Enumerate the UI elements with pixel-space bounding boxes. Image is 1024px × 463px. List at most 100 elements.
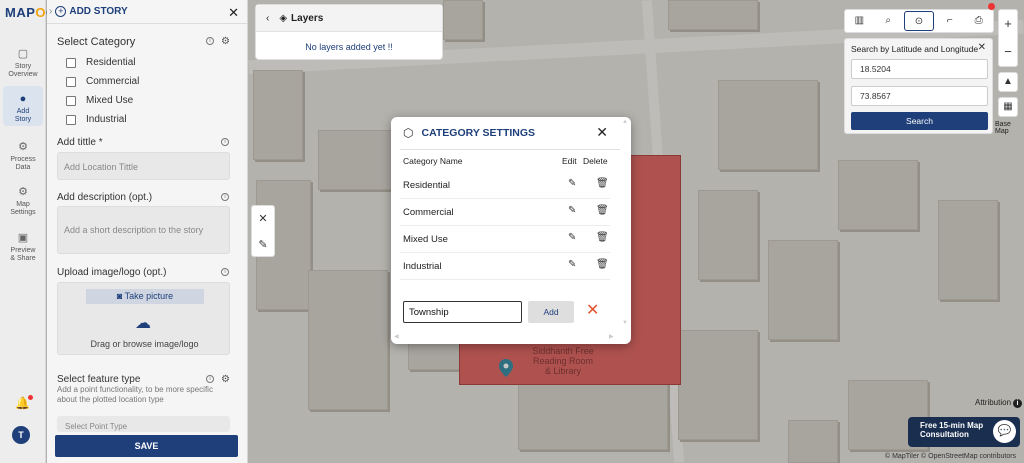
panel-header: › + ADD STORY ✕ [47,0,247,24]
close-icon[interactable]: ✕ [978,42,986,53]
point-type-select[interactable]: Select Point Type [57,416,230,432]
basemap-icon[interactable]: ▦ [998,97,1018,117]
scroll-down-arrow[interactable]: ▼ [622,320,628,326]
search-button[interactable]: Search [851,112,988,130]
settings-icon: ⬡ [403,126,414,140]
info-icon: i [1013,399,1023,408]
new-category-input[interactable] [403,301,522,323]
column-delete: Delete [583,156,608,166]
column-category-name: Category Name [403,156,463,166]
map-icon[interactable]: ▥ [845,10,874,32]
close-icon[interactable]: ✕ [596,124,608,141]
pin-icon: ● [19,93,27,105]
select-category-label: Select Category [57,36,136,48]
map-icon: ▢ [17,48,29,60]
latlng-search-icon[interactable]: ⊙ [903,11,935,31]
rail-preview-share[interactable]: ▣ Preview & Share [3,231,43,263]
trash-icon[interactable]: 🗑 [596,259,609,270]
category-checkbox-industrial[interactable]: Industrial [66,114,127,125]
close-icon[interactable]: ✕ [228,5,239,21]
category-row: Residential ✎ 🗑 [400,172,610,199]
cloud-upload-icon: ☁ [135,315,151,332]
draw-tools: ✕ ✎ [251,205,275,257]
edit-icon[interactable]: ✎ [568,205,576,216]
add-category-button[interactable]: Add [528,301,574,323]
map-copyright: © MapTiler © OpenStreetMap contributors [885,453,1017,460]
drag-browse-text: Drag or browse image/logo [90,339,199,349]
zoom-in-button[interactable]: + [999,10,1017,38]
trash-icon[interactable]: 🗑 [596,178,609,189]
category-checkbox-commercial[interactable]: Commercial [66,76,139,87]
info-icon[interactable]: i [221,138,229,146]
measure-icon[interactable]: ⌐ [935,10,964,32]
scroll-left-arrow[interactable]: ◀ [394,333,399,340]
info-icon[interactable]: i [221,268,229,276]
description-input[interactable]: Add a short description to the story [57,206,230,254]
rail-add-story[interactable]: ● Add Story [3,86,43,126]
category-settings-modal: ⬡ CATEGORY SETTINGS ✕ ▲ Category Name Edi… [391,117,631,344]
consultation-promo[interactable]: Free 15-min Map Consultation 💬 [908,417,1020,447]
rail-map-settings[interactable]: ⚙ Map Settings [3,185,43,217]
avatar[interactable]: T [12,426,30,444]
feature-type-description: Add a point functionality, to be more sp… [57,385,213,404]
title-label: Add tittle * [57,137,103,148]
feature-type-label: Select feature type [57,374,141,385]
info-icon[interactable]: i [206,375,214,383]
title-input[interactable]: Add Location Tittle [57,152,230,180]
trash-icon[interactable]: 🗑 [596,232,609,243]
edit-icon[interactable]: ✎ [568,232,576,243]
map-toolbar: ▥ ⌕ ⊙ ⌐ ⎙ [844,9,994,33]
notification-dot [988,3,995,10]
chevron-left-icon[interactable]: ‹ [266,13,269,24]
layers-title: Layers [291,12,324,24]
trash-icon[interactable]: 🗑 [596,205,609,216]
category-checkbox-residential[interactable]: Residential [66,57,135,68]
category-row: Industrial ✎ 🗑 [400,253,610,280]
info-icon[interactable]: i [206,37,214,45]
add-circle-icon: + [55,6,67,17]
print-icon[interactable]: ⎙ [964,10,993,32]
scroll-up-arrow[interactable]: ▲ [622,119,628,125]
chevron-right-icon[interactable]: › [49,6,52,17]
poi-label: Siddhanth Free Reading Room & Library [532,346,594,376]
pencil-icon[interactable]: ✎ [252,232,274,258]
cancel-icon[interactable]: ✕ [586,300,599,322]
layers-card: ‹ ◈ Layers No layers added yet !! [255,4,443,60]
longitude-input[interactable]: 73.8567 [851,86,988,106]
add-story-panel: › + ADD STORY ✕ Select Category i ⚙ Resi… [47,0,248,463]
category-checkbox-mixed-use[interactable]: Mixed Use [66,95,133,106]
close-icon[interactable]: ✕ [252,206,274,232]
layers-icon: ◈ [279,12,288,24]
layers-empty-text: No layers added yet !! [305,42,393,52]
gear-icon: ⚙ [18,141,28,153]
search-icon[interactable]: ⌕ [874,10,903,32]
zoom-out-button[interactable]: − [999,38,1017,66]
upload-dropzone[interactable]: ◙ Take picture ☁ Drag or browse image/lo… [57,282,230,355]
scroll-right-arrow[interactable]: ▶ [609,333,614,340]
save-button[interactable]: SAVE [55,435,238,457]
location-pin-icon[interactable] [499,359,513,377]
rail-process-data[interactable]: ⚙ Process Data [3,140,43,172]
edit-icon[interactable]: ✎ [568,259,576,270]
compass-icon[interactable]: ▲ [998,72,1018,92]
basemap-label: Base Map [995,121,1011,135]
latitude-input[interactable]: 18.5204 [851,59,988,79]
gear-icon[interactable]: ⚙ [221,374,230,385]
edit-icon[interactable]: ✎ [568,178,576,189]
chat-icon[interactable]: 💬 [993,420,1016,443]
gear-icon[interactable]: ⚙ [221,36,230,47]
take-picture-button[interactable]: ◙ Take picture [86,289,204,304]
bell-icon[interactable]: 🔔 [15,395,33,410]
rail-story-overview[interactable]: ▢ Story Overview [3,47,43,79]
panel-title: ADD STORY [69,6,128,17]
latlng-search-card: Search by Latitude and Longitude ✕ 18.52… [844,38,993,134]
icon-rail: MAPOG ▢ StoryOverview ● AddStory ⚙ Proce… [0,0,56,463]
column-edit: Edit [562,156,577,166]
info-icon[interactable]: i [221,193,229,201]
category-row: Mixed Use ✎ 🗑 [400,226,610,253]
attribution[interactable]: Attribution i [975,398,1023,408]
camera-icon: ◙ [116,291,125,301]
category-row: Commercial ✎ 🗑 [400,199,610,226]
modal-title: CATEGORY SETTINGS [421,127,536,139]
upload-label: Upload image/logo (opt.) [57,267,167,278]
